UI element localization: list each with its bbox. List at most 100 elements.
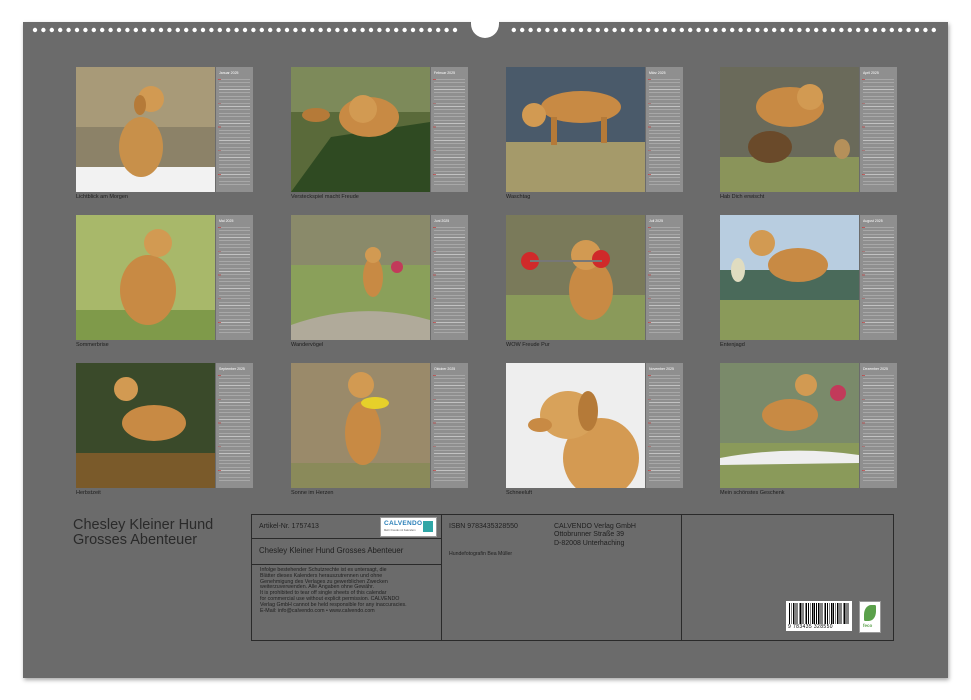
binding-hole xyxy=(553,27,558,33)
binding-hole xyxy=(528,27,533,33)
photo-caption: Sonne im Herzen xyxy=(291,490,334,496)
photo-caption: Waschtag xyxy=(506,194,531,200)
month-july: Juli 2025 WOW Freude Pur xyxy=(506,215,683,348)
photo-caption: Entenjagd xyxy=(720,342,745,348)
day-grid xyxy=(219,227,250,335)
binding-hole xyxy=(310,27,315,33)
binding-hole xyxy=(436,27,441,33)
calendar-strip: Januar 2025 xyxy=(216,67,253,192)
binding-hole xyxy=(91,27,97,33)
calendar-strip: Juni 2025 xyxy=(431,215,468,340)
binding-hole xyxy=(721,27,726,33)
binding-hole xyxy=(326,27,332,33)
photo-september xyxy=(76,363,215,488)
binding-hole xyxy=(805,27,810,33)
binding-hole xyxy=(209,27,214,33)
weekend-markers xyxy=(648,227,651,335)
photo-may xyxy=(76,215,215,340)
binding-hole xyxy=(587,27,592,33)
photo-caption: Wandervögel xyxy=(291,342,324,348)
binding-hole xyxy=(125,27,130,33)
binding-hole xyxy=(251,27,256,33)
photo-caption: Sommerbrise xyxy=(76,342,109,348)
binding-hole xyxy=(839,27,844,33)
binding-hole xyxy=(242,27,248,33)
barcode-number: 9 783435 328550 xyxy=(788,624,833,630)
photo-november xyxy=(506,363,645,488)
binding-hole xyxy=(108,27,113,33)
weekend-markers xyxy=(862,227,865,335)
month-name: Dezember 2025 xyxy=(863,367,888,371)
day-grid xyxy=(434,375,465,483)
binding-hole xyxy=(66,27,71,33)
weekend-markers xyxy=(648,79,651,187)
binding-hole xyxy=(856,27,861,33)
binding-hole xyxy=(452,27,458,33)
photo-caption: Mein schönstes Geschenk xyxy=(720,490,785,496)
binding-hole xyxy=(360,27,365,33)
photo-caption: Hab Dich erwischt xyxy=(720,194,765,200)
photo-january xyxy=(76,67,215,192)
day-grid xyxy=(219,375,250,483)
binding-hole xyxy=(772,27,777,33)
calendar-sheet: Januar 2025 Lichtblick am Morgen Februar… xyxy=(23,14,948,678)
weekend-markers xyxy=(433,227,436,335)
legal-line: E-Mail: info@calvendo.com • www.calvendo… xyxy=(260,607,375,614)
binding-hole xyxy=(394,27,399,33)
binding-hole xyxy=(49,27,54,33)
binding-hole xyxy=(301,27,306,33)
product-title: Chesley Kleiner Hund Grosses Abenteuer xyxy=(259,546,404,555)
photo-june xyxy=(291,215,430,340)
photo-october xyxy=(291,363,430,488)
binding-hole xyxy=(284,27,290,33)
binding-hole xyxy=(234,27,239,33)
binding-hole xyxy=(763,27,768,33)
day-grid xyxy=(649,79,680,187)
publisher-city: D-82008 Unterhaching xyxy=(554,539,625,547)
binding-hole xyxy=(889,27,894,33)
binding-hole xyxy=(32,27,38,33)
binding-hole xyxy=(738,27,743,33)
month-name: Februar 2025 xyxy=(434,71,456,75)
binding-hole xyxy=(713,27,718,33)
feco-label: feco xyxy=(863,623,873,628)
binding-hole xyxy=(730,27,735,33)
binding-hole xyxy=(167,27,172,33)
binding-hole xyxy=(150,27,155,33)
binding-hole xyxy=(217,27,222,33)
binding-hole xyxy=(847,27,852,33)
day-grid xyxy=(649,227,680,335)
binding-hole xyxy=(746,27,752,33)
binding-hole xyxy=(226,27,231,33)
weekend-markers xyxy=(433,79,436,187)
binding-hole xyxy=(662,27,668,33)
isbn-barcode: 9 783435 328550 xyxy=(786,601,852,631)
photo-august xyxy=(720,215,859,340)
photo-february xyxy=(291,67,430,192)
binding-hole xyxy=(679,27,684,33)
binding-hole xyxy=(520,27,525,33)
month-november: November 2025 Schneeluft xyxy=(506,363,683,496)
title-line-1: Chesley Kleiner Hund xyxy=(73,517,214,533)
calendar-strip: Dezember 2025 xyxy=(860,363,897,488)
binding-hole xyxy=(536,27,542,33)
binding-hole xyxy=(402,27,407,33)
binding-hole xyxy=(780,27,785,33)
divider xyxy=(681,515,683,640)
binding-hole xyxy=(654,27,659,33)
binding-hole xyxy=(637,27,642,33)
binding-hole xyxy=(268,27,273,33)
binding-hole xyxy=(788,27,794,33)
month-june: Juni 2025 Wandervögel xyxy=(291,215,468,348)
calvendo-logo: CALVENDO Mehr Freude mit Kalendern xyxy=(380,517,437,537)
month-name: August 2025 xyxy=(863,219,883,223)
binding-hole xyxy=(41,27,46,33)
binding-hole xyxy=(612,27,617,33)
month-october: Oktober 2025 Sonne im Herzen xyxy=(291,363,468,496)
binding-hole xyxy=(704,27,710,33)
month-september: September 2025 Herbstzeit xyxy=(76,363,253,496)
calendar-strip: April 2025 xyxy=(860,67,897,192)
weekend-markers xyxy=(648,375,651,483)
binding-hole xyxy=(192,27,197,33)
binding-hole xyxy=(100,27,105,33)
